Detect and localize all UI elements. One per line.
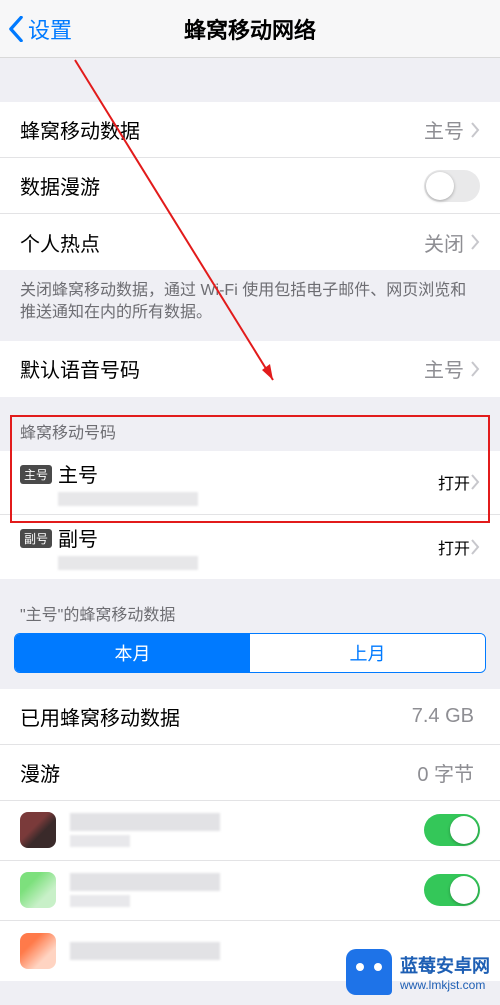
nav-bar: 设置 蜂窝移动网络	[0, 0, 500, 58]
watermark: 蓝莓安卓网 www.lmkjst.com	[346, 949, 490, 995]
app-icon	[20, 812, 56, 848]
page-title: 蜂窝移动网络	[0, 13, 500, 45]
sim-badge: 副号	[20, 529, 52, 548]
usage-segmented-control[interactable]: 本月 上月	[14, 633, 486, 673]
personal-hotspot-value: 关闭	[424, 228, 464, 257]
chevron-right-icon	[470, 361, 480, 377]
sim-title: 主号	[58, 459, 438, 488]
default-voice-row[interactable]: 默认语音号码 主号	[0, 341, 500, 397]
sim-status: 打开	[438, 470, 470, 494]
roaming-usage-value: 0 字节	[417, 758, 474, 787]
roaming-usage-label: 漫游	[20, 758, 417, 787]
sim-badge: 主号	[20, 465, 52, 484]
cellular-data-label: 蜂窝移动数据	[20, 115, 424, 144]
used-data-row: 已用蜂窝移动数据 7.4 GB	[0, 689, 500, 745]
cellular-footer-note: 关闭蜂窝移动数据，通过 Wi-Fi 使用包括电子邮件、网页浏览和推送通知在内的所…	[0, 270, 500, 341]
sim-title: 副号	[58, 523, 438, 552]
default-voice-value: 主号	[424, 354, 464, 383]
app-row	[0, 801, 500, 861]
chevron-right-icon	[470, 122, 480, 138]
chevron-right-icon	[470, 234, 480, 250]
app-name-redacted	[70, 942, 220, 960]
app-name-redacted	[70, 813, 220, 831]
roaming-usage-row: 漫游 0 字节	[0, 745, 500, 801]
watermark-url: www.lmkjst.com	[400, 978, 490, 992]
back-label: 设置	[28, 13, 72, 45]
segment-current-month[interactable]: 本月	[15, 634, 250, 672]
plans-group: 主号 主号 打开 副号 副号 打开	[0, 451, 500, 579]
chevron-right-icon	[470, 474, 480, 490]
sim-primary-row[interactable]: 主号 主号 打开	[0, 451, 500, 515]
app-name-redacted	[70, 873, 220, 891]
data-roaming-label: 数据漫游	[20, 171, 424, 200]
app-icon	[20, 872, 56, 908]
sim-secondary-row[interactable]: 副号 副号 打开	[0, 515, 500, 579]
plans-header: 蜂窝移动号码	[0, 397, 500, 451]
data-roaming-switch[interactable]	[424, 170, 480, 202]
app-row	[0, 861, 500, 921]
watermark-title: 蓝莓安卓网	[400, 952, 490, 978]
usage-header: "主号"的蜂窝移动数据	[0, 579, 500, 633]
cellular-settings-group: 蜂窝移动数据 主号 数据漫游 个人热点 关闭	[0, 102, 500, 270]
back-button[interactable]: 设置	[0, 13, 72, 45]
watermark-logo-icon	[346, 949, 392, 995]
app-toggle[interactable]	[424, 874, 480, 906]
app-toggle[interactable]	[424, 814, 480, 846]
cellular-data-row[interactable]: 蜂窝移动数据 主号	[0, 102, 500, 158]
chevron-right-icon	[470, 539, 480, 555]
segment-previous-month[interactable]: 上月	[250, 634, 485, 672]
default-voice-label: 默认语音号码	[20, 354, 424, 383]
personal-hotspot-label: 个人热点	[20, 228, 424, 257]
sim-number-redacted	[58, 556, 198, 570]
default-voice-group: 默认语音号码 主号	[0, 341, 500, 397]
data-roaming-row: 数据漫游	[0, 158, 500, 214]
app-usage-redacted	[70, 835, 130, 847]
app-icon	[20, 933, 56, 969]
cellular-data-value: 主号	[424, 115, 464, 144]
chevron-left-icon	[8, 16, 24, 42]
usage-group: 已用蜂窝移动数据 7.4 GB 漫游 0 字节	[0, 689, 500, 981]
sim-status: 打开	[438, 535, 470, 559]
used-data-label: 已用蜂窝移动数据	[20, 702, 412, 731]
personal-hotspot-row[interactable]: 个人热点 关闭	[0, 214, 500, 270]
app-usage-redacted	[70, 895, 130, 907]
used-data-value: 7.4 GB	[412, 705, 474, 728]
sim-number-redacted	[58, 492, 198, 506]
